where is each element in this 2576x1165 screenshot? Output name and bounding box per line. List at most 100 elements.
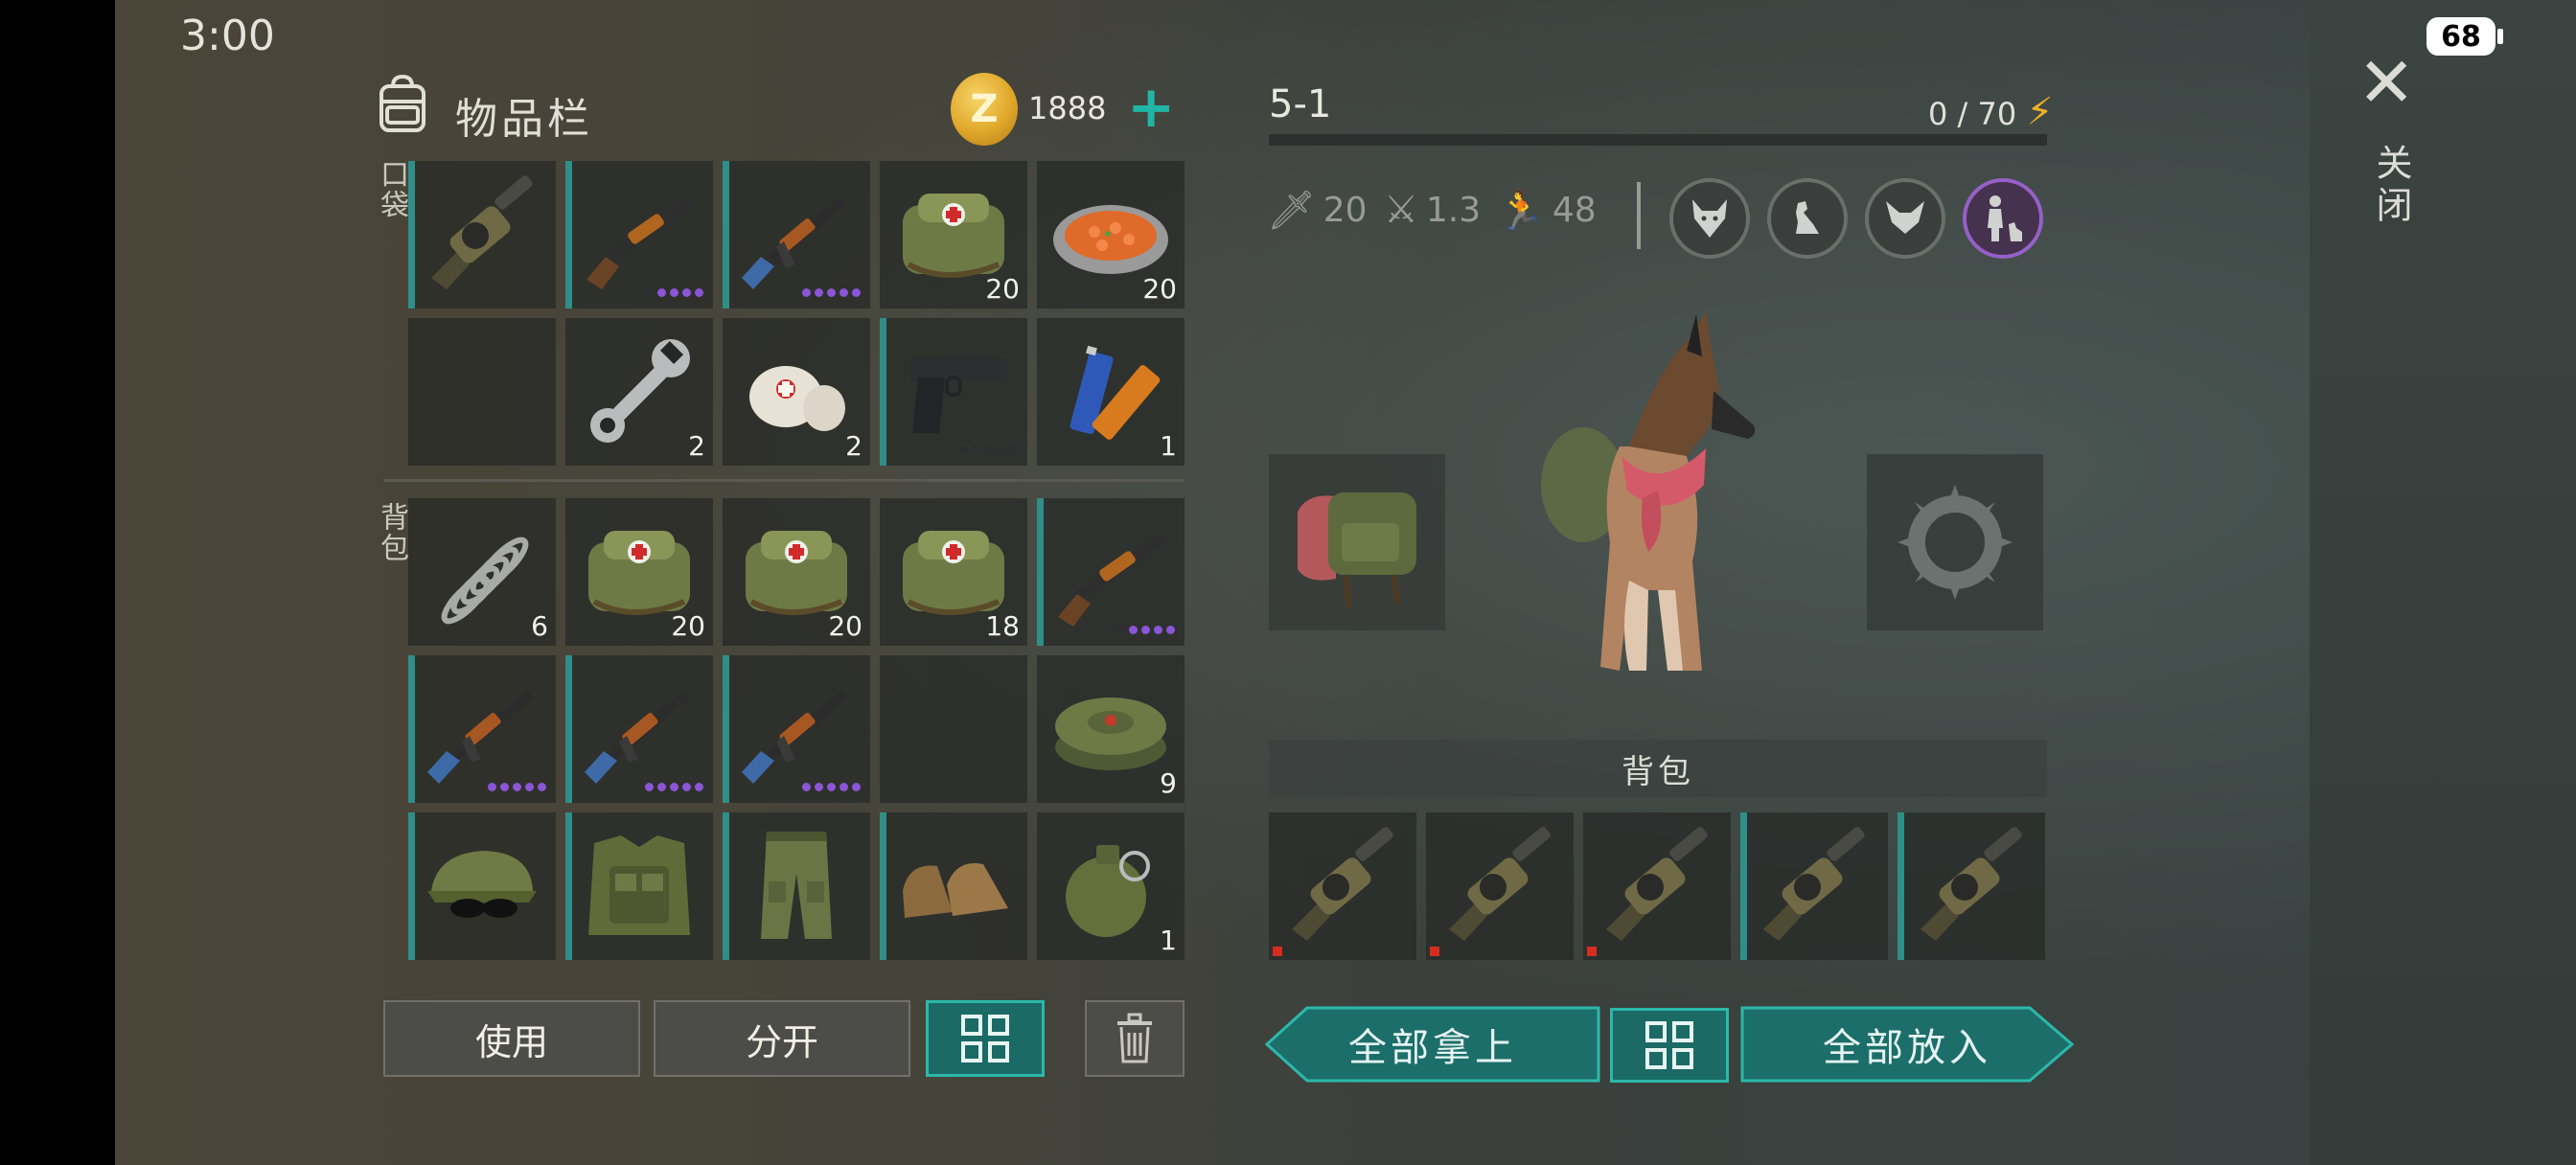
pet-backpack-header: 背包 <box>1269 740 2047 797</box>
lightning-icon: ⚡ <box>2026 90 2054 134</box>
backpack-slot[interactable] <box>723 812 870 960</box>
item-count: 1 <box>1160 430 1177 462</box>
backpack-slot[interactable]: 20 <box>723 498 870 646</box>
pistol-icon <box>889 330 1018 452</box>
attack-value: 20 <box>1322 191 1368 230</box>
backpack-slot[interactable]: 20 <box>565 498 713 646</box>
pocket-slot[interactable]: 2 <box>565 318 713 466</box>
trash-icon <box>1117 1013 1152 1063</box>
pocket-slot[interactable] <box>880 318 1027 466</box>
battery-indicator: 68 <box>2426 17 2496 56</box>
dog-saddlebag-icon <box>1298 492 1416 608</box>
grenade-launcher-icon <box>1436 824 1564 947</box>
grenade-launcher-icon <box>1750 824 1878 947</box>
pet-progress-bar <box>1269 134 2047 146</box>
tactical-vest-icon <box>575 824 703 947</box>
put-all-button[interactable]: 全部放入 <box>1740 1006 2075 1083</box>
wrench-icon <box>575 330 703 452</box>
skill-wolf-head[interactable] <box>1669 178 1750 259</box>
inventory-title: 物品栏 <box>455 95 593 144</box>
backpack-icon <box>380 75 426 132</box>
use-button[interactable]: 使用 <box>383 1000 640 1077</box>
backpack-slot[interactable]: 9 <box>1037 655 1184 803</box>
backpack-slot[interactable] <box>880 655 1027 803</box>
fox-head-icon <box>1886 201 1924 234</box>
backpack-slot[interactable] <box>1037 498 1184 646</box>
backpack-slot[interactable] <box>880 812 1027 960</box>
assault-rifle-icon <box>732 172 861 295</box>
item-count: 20 <box>1142 273 1177 305</box>
boots-icon <box>889 824 1018 947</box>
sort-grid-button[interactable] <box>926 1000 1045 1077</box>
pet-collar-slot[interactable] <box>1867 454 2043 630</box>
backpack-slot[interactable] <box>408 812 556 960</box>
sword-icon: 🗡 <box>1267 189 1316 233</box>
item-count: 20 <box>828 610 862 642</box>
attack-speed-value: 1.3 <box>1425 190 1482 230</box>
spiked-collar-icon <box>1898 485 2012 600</box>
assault-rifle-icon <box>732 667 861 789</box>
attack-speed-stat: ⚔ 1.3 <box>1384 188 1481 232</box>
item-count: 2 <box>688 430 705 462</box>
pocket-slot[interactable]: 2 <box>723 318 870 466</box>
energy-value: 0 / 70 <box>1928 96 2017 132</box>
rarity-dots <box>645 783 703 791</box>
grenade-launcher-icon <box>1278 824 1407 947</box>
pet-storage-slot[interactable] <box>1740 812 1888 960</box>
skill-fox-head[interactable] <box>1865 178 1945 259</box>
pet-storage-slot[interactable] <box>1269 812 1416 960</box>
grenade-launcher-icon <box>418 172 546 295</box>
item-count: 20 <box>985 273 1020 305</box>
split-button[interactable]: 分开 <box>654 1000 910 1077</box>
rarity-dots <box>802 783 861 791</box>
close-icon[interactable]: ✕ <box>2358 48 2415 117</box>
pet-sort-grid-button[interactable] <box>1610 1008 1729 1083</box>
take-all-button[interactable]: 全部拿上 <box>1264 1006 1600 1083</box>
pet-storage-slot[interactable] <box>1898 812 2045 960</box>
grid-icon <box>1645 1021 1693 1069</box>
skill-sitting-dog[interactable] <box>1767 178 1848 259</box>
assault-rifle-icon <box>418 667 546 789</box>
shotgun-icon <box>575 172 703 295</box>
pocket-slot[interactable]: 20 <box>1037 161 1184 308</box>
rarity-dots <box>959 445 1018 454</box>
dog-portrait <box>1541 312 1756 671</box>
pet-storage-slot[interactable] <box>1583 812 1731 960</box>
pocket-slot[interactable]: 1 <box>1037 318 1184 466</box>
frag-grenade-icon <box>1046 824 1175 947</box>
add-coins-button[interactable]: + <box>1127 79 1175 136</box>
status-clock: 3:00 <box>180 11 275 60</box>
close-label[interactable]: 关闭 <box>2365 144 2418 228</box>
backpack-slot[interactable] <box>565 655 713 803</box>
pocket-slot[interactable] <box>408 161 556 308</box>
battery-tip <box>2497 29 2503 44</box>
trash-button[interactable] <box>1085 1000 1184 1077</box>
right-panel-strip <box>2310 0 2576 1165</box>
pet-storage-slot[interactable] <box>1426 812 1574 960</box>
pocket-slot[interactable] <box>408 318 556 466</box>
pocket-slot[interactable] <box>723 161 870 308</box>
item-count: 9 <box>1160 767 1177 799</box>
pocket-label: 口袋 <box>375 159 408 220</box>
coin-balance: 1888 <box>1028 90 1107 126</box>
camo-pants-icon <box>732 824 861 947</box>
pet-energy: 0 / 70 ⚡ <box>1928 90 2053 134</box>
section-divider <box>383 479 1184 482</box>
rarity-dots <box>645 288 703 297</box>
backpack-slot[interactable]: 1 <box>1037 812 1184 960</box>
item-count: 2 <box>845 430 862 462</box>
pet-backpack-slot[interactable] <box>1269 454 1445 630</box>
backpack-slot[interactable] <box>723 655 870 803</box>
skill-dog-trainer[interactable] <box>1963 178 2043 259</box>
pocket-slot[interactable] <box>565 161 713 308</box>
backpack-slot[interactable]: 6 <box>408 498 556 646</box>
item-count: 18 <box>985 610 1020 642</box>
backpack-slot[interactable] <box>408 655 556 803</box>
backpack-slot[interactable]: 18 <box>880 498 1027 646</box>
backpack-slot[interactable] <box>565 812 713 960</box>
bandage-icon <box>732 330 861 452</box>
coin-icon: Z <box>951 73 1018 146</box>
dog-trainer-icon <box>1988 195 2022 241</box>
pocket-slot[interactable]: 20 <box>880 161 1027 308</box>
assault-rifle-icon <box>575 667 703 789</box>
